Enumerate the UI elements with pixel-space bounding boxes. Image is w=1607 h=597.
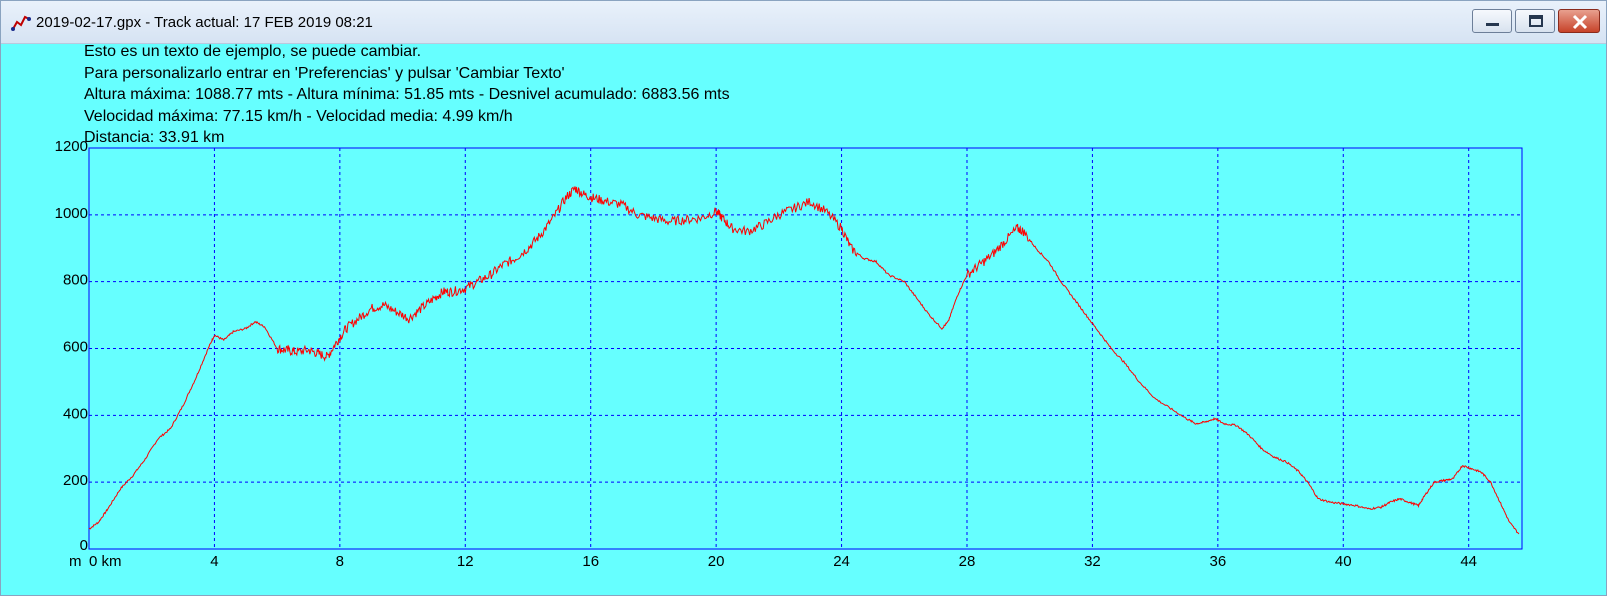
track-icon: [11, 15, 31, 31]
close-icon: [1572, 14, 1588, 30]
x-tick-label-8: 32: [1084, 553, 1101, 570]
maximize-icon: [1529, 15, 1543, 27]
y-tick-label-0: 0: [80, 537, 88, 554]
minimize-button[interactable]: [1472, 9, 1512, 33]
elevation-profile-chart: 0 200 400 600 800 1000 1200 m 0 km 4 8 12 16 20 24 28 32…: [55, 138, 1523, 570]
x-tick-label-5: 20: [708, 553, 725, 570]
minimize-icon: [1486, 23, 1499, 26]
x-tick-label-9: 36: [1209, 553, 1226, 570]
y-tick-label-1: 200: [63, 472, 88, 489]
y-tick-label-5: 1000: [55, 205, 88, 222]
x-tick-label-4: 16: [582, 553, 599, 570]
x-tick-label-3: 12: [457, 553, 474, 570]
y-axis-unit-label: m: [69, 553, 82, 570]
app-window: 2019-02-17.gpx - Track actual: 17 FEB 20…: [0, 0, 1607, 596]
close-button[interactable]: [1558, 9, 1600, 33]
x-tick-label-1: 4: [210, 553, 218, 570]
y-tick-label-3: 600: [63, 339, 88, 356]
x-tick-label-10: 40: [1335, 553, 1352, 570]
x-tick-label-6: 24: [833, 553, 850, 570]
x-tick-label-11: 44: [1460, 553, 1477, 570]
y-tick-label-4: 800: [63, 272, 88, 289]
y-tick-label-6: 1200: [55, 138, 88, 155]
maximize-button[interactable]: [1515, 9, 1555, 33]
window-title: 2019-02-17.gpx - Track actual: 17 FEB 20…: [36, 14, 373, 31]
x-tick-label-0: 0 km: [89, 553, 122, 570]
x-tick-label-2: 8: [336, 553, 344, 570]
y-tick-label-2: 400: [63, 405, 88, 422]
title-bar[interactable]: 2019-02-17.gpx - Track actual: 17 FEB 20…: [1, 1, 1606, 44]
x-tick-label-7: 28: [959, 553, 976, 570]
